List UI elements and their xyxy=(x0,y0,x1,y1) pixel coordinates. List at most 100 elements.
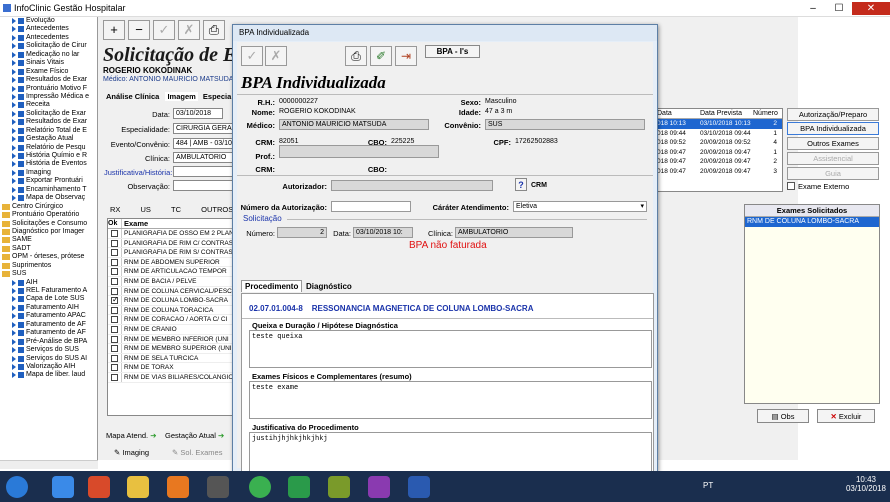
app-icon[interactable] xyxy=(328,476,350,498)
exam-row[interactable]: RNM DE MEMBRO INFERIOR (UNI xyxy=(108,334,234,345)
exam-row[interactable]: RNM DE TORAX xyxy=(108,363,234,373)
exam-row[interactable]: RNM DE COLUNA TORACICA xyxy=(108,305,234,316)
tree-item[interactable]: Valorização AIH xyxy=(0,363,97,371)
tree-item[interactable]: Mapa de Observaç xyxy=(0,194,97,202)
help-icon[interactable]: ? xyxy=(515,178,527,191)
tree-item[interactable]: Antecedentes xyxy=(0,25,97,33)
exam-checkbox[interactable] xyxy=(111,239,118,247)
carater-select[interactable]: Eletiva ▾ xyxy=(513,201,647,212)
tree-item[interactable]: Suprimentos xyxy=(0,262,97,270)
tab-diagnostico[interactable]: Diagnóstico xyxy=(303,281,355,292)
exames-solicitados-item[interactable]: RNM DE COLUNA LOMBO-SACRA xyxy=(745,217,879,227)
publisher-icon[interactable] xyxy=(288,476,310,498)
grid-row[interactable]: 018 09:44 03/10/2018 09:44 1 xyxy=(656,129,782,139)
tree-item[interactable]: Faturamento de AF xyxy=(0,329,97,337)
tree-item[interactable]: OPM - órteses, prótese xyxy=(0,253,97,261)
exam-row[interactable]: RNM DE BACIA / PELVE xyxy=(108,276,234,287)
print-icon[interactable]: ⎙ xyxy=(203,20,225,40)
tree-item[interactable]: Solicitações e Consumo xyxy=(0,220,97,228)
tree-item[interactable]: Sinais Vitais xyxy=(0,59,97,67)
cancel-button[interactable]: ✗ xyxy=(178,20,200,40)
exam-row[interactable]: RNM DE MEMBRO SUPERIOR (UNI xyxy=(108,344,234,354)
tree-item[interactable]: História de Eventos xyxy=(0,160,97,168)
tree-item[interactable]: Faturamento AIH xyxy=(0,304,97,312)
tree-item[interactable]: Imaging xyxy=(0,169,97,177)
tree-item[interactable]: Receita xyxy=(0,101,97,109)
tree-item[interactable]: Exame Físico xyxy=(0,68,97,76)
gestacao-atual-tab[interactable]: Gestação Atual ➔ xyxy=(165,431,224,440)
exam-checkbox[interactable] xyxy=(111,268,118,276)
ie-icon[interactable] xyxy=(52,476,74,498)
confirm-button[interactable]: ✓ xyxy=(241,46,263,66)
observacao-field[interactable] xyxy=(173,180,233,191)
tree-item[interactable]: Gestação Atual xyxy=(0,135,97,143)
clock[interactable]: 10:43 03/10/2018 xyxy=(846,475,886,493)
tree-item[interactable]: Relatório de Pesqu xyxy=(0,144,97,152)
exam-checkbox[interactable] xyxy=(111,287,118,295)
exam-checkbox[interactable] xyxy=(111,345,118,353)
convenio-field[interactable]: SUS xyxy=(485,119,645,130)
minimize-button[interactable]: – xyxy=(800,2,826,15)
exames-fisicos-textarea[interactable]: teste exame xyxy=(249,381,652,419)
exam-checkbox[interactable] xyxy=(111,306,118,314)
exam-checkbox[interactable] xyxy=(111,325,118,333)
justificativa-textarea[interactable]: justihjhjhkjhkjhkj xyxy=(249,432,652,472)
clinica-field[interactable]: AMBULATORIO xyxy=(173,152,233,163)
exam-checkbox[interactable] xyxy=(111,373,118,381)
exam-row[interactable]: RNM DE COLUNA CERVICAL/PESC xyxy=(108,286,234,297)
action-button[interactable]: Autorização/Preparo xyxy=(787,108,879,121)
exam-row[interactable]: RNM DE CORACAO / AORTA C/ CI xyxy=(108,315,234,325)
exam-checkbox[interactable] xyxy=(111,249,118,257)
tree-item[interactable]: Centro Cirúrgico xyxy=(0,203,97,211)
medico-field[interactable]: ANTONIO MAURICIO MATSUDA xyxy=(279,119,429,130)
exam-checkbox[interactable] xyxy=(111,354,118,362)
sol-exames-tab[interactable]: ✎ Sol. Exames xyxy=(172,448,222,457)
firefox-icon[interactable] xyxy=(167,476,189,498)
clinica-field[interactable]: AMBULATORIO xyxy=(455,227,573,238)
numero-autorizacao-field[interactable] xyxy=(331,201,411,212)
especialidade-field[interactable]: CIRURGIA GERAL xyxy=(173,123,233,134)
tree-item[interactable]: Pré-Análise de BPA xyxy=(0,338,97,346)
maximize-button[interactable]: ☐ xyxy=(826,2,852,15)
excluir-button[interactable]: ✕ Excluir xyxy=(817,409,875,423)
tree-item[interactable]: Evolução xyxy=(0,17,97,25)
exam-row[interactable]: RNM DE ARTICULACAO TEMPOR xyxy=(108,267,234,277)
exit-door-icon[interactable]: ⇥ xyxy=(395,46,417,66)
tree-item[interactable]: Serviços do SUS xyxy=(0,346,97,354)
remove-button[interactable]: − xyxy=(128,20,150,40)
numero-field[interactable]: 2 xyxy=(277,227,327,238)
tree-horizontal-scrollbar[interactable] xyxy=(0,460,98,469)
tab-procedimento[interactable]: Procedimento xyxy=(241,280,303,292)
exam-checkbox[interactable] xyxy=(111,277,118,285)
tree-item[interactable]: Solicitação de Exar xyxy=(0,110,97,118)
tab-especia[interactable]: Especia xyxy=(203,92,231,101)
exam-row[interactable]: RNM DE VIAS BILIARES/COLANGIO xyxy=(108,372,234,383)
grid-row[interactable]: 018 09:47 20/09/2018 09:47 1 xyxy=(656,148,782,158)
tree-item[interactable]: História Químio e R xyxy=(0,152,97,160)
tree-item[interactable]: Impressão Médica e xyxy=(0,93,97,101)
media-player-icon[interactable] xyxy=(88,476,110,498)
tree-item[interactable]: Resultados de Exar xyxy=(0,76,97,84)
grid-row[interactable]: 018 10:13 03/10/2018 10:13 2 xyxy=(656,119,782,129)
language-indicator[interactable]: PT xyxy=(703,481,713,490)
exam-row[interactable]: PLANIGRAFIA DE RIM C/ CONTRAS xyxy=(108,238,234,249)
action-button[interactable]: BPA Individualizada xyxy=(787,122,879,135)
tools-icon[interactable]: ✐ xyxy=(370,46,392,66)
tab-tc[interactable]: TC xyxy=(171,205,181,214)
chrome-icon[interactable] xyxy=(249,476,271,498)
imaging-tab[interactable]: ✎ Imaging xyxy=(114,448,149,457)
cancel-button[interactable]: ✗ xyxy=(265,46,287,66)
evento-field[interactable]: 484 | AMB - 03/10/ xyxy=(173,138,233,149)
exam-checkbox[interactable] xyxy=(111,335,118,343)
print-icon[interactable]: ⎙ xyxy=(345,46,367,66)
tree-item[interactable]: Prontuário Operatório xyxy=(0,211,97,219)
bpa-is-button[interactable]: BPA - I's xyxy=(425,45,480,58)
tree-item[interactable]: Antecedentes xyxy=(0,34,97,42)
tab-imagem[interactable]: Imagem xyxy=(165,92,198,101)
tree-item[interactable]: Serviços do SUS AI xyxy=(0,355,97,363)
action-button[interactable]: Outros Exames xyxy=(787,137,879,150)
close-button[interactable]: ✕ xyxy=(852,2,890,15)
exam-checkbox[interactable] xyxy=(111,364,118,372)
grid-row[interactable]: 018 09:47 20/09/2018 09:47 3 xyxy=(656,167,782,177)
exam-row[interactable]: PLANIGRAFIA DE OSSO EM 2 PLAN xyxy=(108,229,234,239)
